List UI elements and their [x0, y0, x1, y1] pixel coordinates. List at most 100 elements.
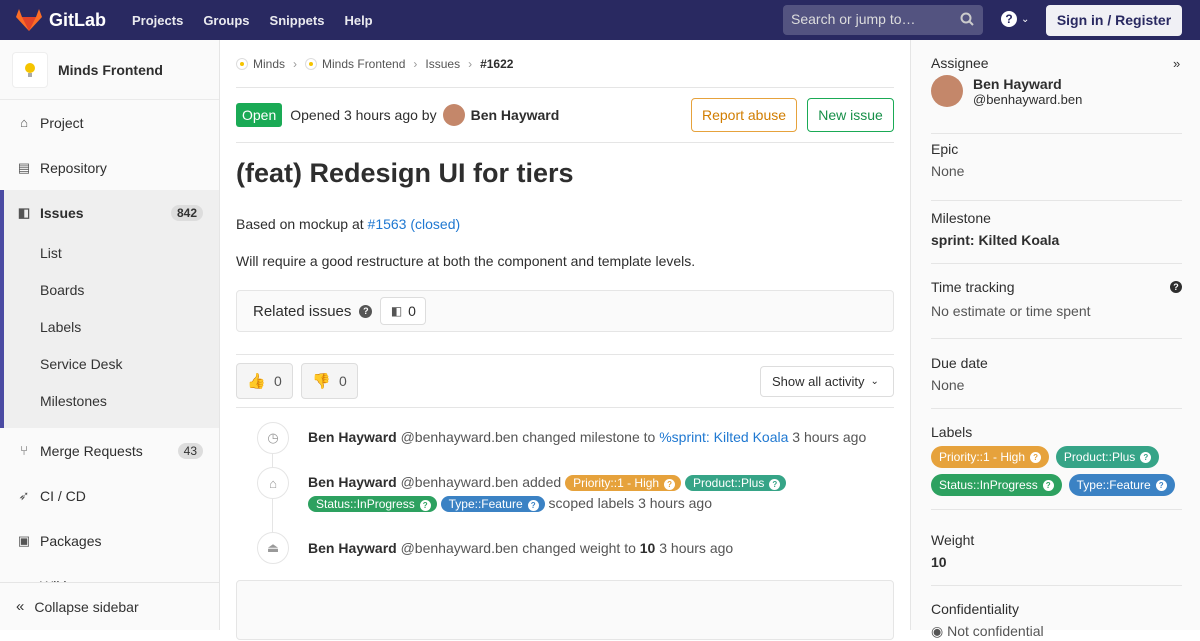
label-text: Status::InProgress	[316, 497, 415, 512]
search-input[interactable]: Search or jump to…	[783, 5, 983, 35]
confidentiality-block: Confidentiality ◉ Not confidential	[931, 601, 1182, 641]
sidebar-sub-boards[interactable]: Boards	[40, 282, 84, 298]
labels-title: Labels	[931, 424, 973, 440]
activity-note: Ben Hayward @benhayward.ben added Priori…	[308, 472, 868, 514]
label-text: Type::Feature	[1076, 478, 1151, 492]
issues-count-badge: 842	[170, 204, 203, 221]
sidebar-sub-milestones[interactable]: Milestones	[40, 393, 107, 409]
note-author[interactable]: Ben Hayward	[308, 474, 397, 490]
related-issues-title: Related issues	[253, 302, 352, 320]
assignee[interactable]: Ben Hayward @benhayward.ben	[931, 75, 1182, 107]
bulb-icon	[25, 62, 35, 77]
milestone-value[interactable]: sprint: Kilted Koala	[931, 232, 1182, 248]
report-abuse-button[interactable]: Report abuse	[691, 98, 797, 132]
sidebar-sub-service-desk[interactable]: Service Desk	[40, 356, 122, 372]
thumbs-down-button[interactable]: 👎 0	[301, 363, 358, 399]
note-time: 3 hours ago	[638, 495, 713, 511]
label-priority[interactable]: Priority::1 - High?	[931, 446, 1050, 468]
author-name[interactable]: Ben Hayward	[471, 107, 560, 123]
mockup-issue-link[interactable]: #1563 (closed)	[368, 216, 461, 232]
avatar[interactable]	[442, 104, 465, 126]
brand-name: GitLab	[49, 9, 106, 30]
sidebar-sub-labels[interactable]: Labels	[40, 319, 81, 335]
time-tracking-title: Time tracking	[931, 279, 1015, 295]
sidebar-item-issues[interactable]: ◧ Issues 842	[0, 190, 219, 235]
note-action: changed weight to	[522, 540, 636, 556]
labels-block: Labels Priority::1 - High? Product::Plus…	[931, 424, 1182, 510]
note-action: changed milestone to	[522, 429, 656, 445]
breadcrumb: Minds › Minds Frontend › Issues › #1622	[236, 40, 894, 88]
weight-block: Weight 10	[931, 532, 1182, 586]
question-icon[interactable]: ?	[1170, 281, 1182, 293]
help-dropdown[interactable]: ? ⌄	[1001, 11, 1029, 27]
search-placeholder: Search or jump to…	[791, 11, 916, 27]
label-status[interactable]: Status::InProgress?	[308, 496, 437, 513]
label-priority[interactable]: Priority::1 - High?	[565, 475, 682, 492]
note-suffix: scoped labels	[548, 495, 635, 511]
clock-icon: ◷	[257, 422, 289, 454]
comment-box[interactable]	[236, 580, 894, 640]
assignee-title: Assignee	[931, 55, 989, 71]
desc-prefix: Based on mockup at	[236, 216, 364, 232]
double-chevron-left-icon: «	[16, 598, 25, 615]
note-author[interactable]: Ben Hayward	[308, 540, 397, 556]
assignee-name: Ben Hayward	[973, 75, 1062, 92]
weight-value: 10	[639, 540, 656, 556]
signin-button[interactable]: Sign in / Register	[1046, 5, 1182, 36]
activity-note: Ben Hayward @benhayward.ben changed mile…	[308, 427, 866, 448]
related-count-value: 0	[408, 303, 416, 319]
nav-groups[interactable]: Groups	[203, 13, 249, 28]
thumbs-up-button[interactable]: 👍 0	[236, 363, 293, 399]
issues-icon: ◧	[17, 204, 31, 220]
collapse-sidebar-button[interactable]: « Collapse sidebar	[0, 582, 219, 630]
question-icon: ?	[1140, 452, 1152, 464]
sidebar-sub-list[interactable]: List	[40, 245, 62, 261]
label-product[interactable]: Product::Plus?	[684, 475, 787, 492]
label-status[interactable]: Status::InProgress?	[931, 474, 1062, 496]
breadcrumb-issues[interactable]: Issues	[425, 57, 460, 71]
note-author[interactable]: Ben Hayward	[308, 429, 397, 445]
sidebar-item-merge-requests[interactable]: ⑂ Merge Requests 43	[0, 428, 219, 473]
sidebar-item-repository[interactable]: ▤ Repository	[0, 145, 219, 190]
thumbs-down-count: 0	[338, 373, 347, 389]
activity-filter-dropdown[interactable]: Show all activity ⌄	[760, 366, 894, 397]
nav-help[interactable]: Help	[344, 13, 372, 28]
activity-filter-label: Show all activity	[772, 374, 865, 389]
related-issues-count[interactable]: ◧ 0	[380, 297, 427, 325]
time-tracking-block: Time tracking ? No estimate or time spen…	[931, 279, 1182, 339]
issue-description: Based on mockup at #1563 (closed)	[236, 216, 460, 232]
nav-projects[interactable]: Projects	[132, 13, 183, 28]
label-product[interactable]: Product::Plus?	[1055, 446, 1160, 468]
chevron-down-icon: ⌄	[870, 376, 879, 387]
label-type[interactable]: Type::Feature?	[1068, 474, 1175, 496]
label-type[interactable]: Type::Feature?	[440, 496, 545, 513]
gitlab-logo[interactable]: GitLab	[16, 8, 106, 32]
breadcrumb-project[interactable]: Minds Frontend	[322, 57, 405, 71]
epic-block: Epic None	[931, 141, 1182, 201]
status-badge: Open	[236, 103, 283, 127]
sidebar-item-ci-cd[interactable]: ➶ CI / CD	[0, 473, 219, 518]
note-time: 3 hours ago	[659, 540, 734, 556]
rocket-icon: ➶	[18, 487, 30, 503]
question-icon: ?	[419, 499, 431, 511]
mr-count-badge: 43	[177, 442, 203, 459]
new-issue-button[interactable]: New issue	[807, 98, 894, 132]
breadcrumb-minds[interactable]: Minds	[253, 57, 285, 71]
issue-description-2: Will require a good restructure at both …	[236, 253, 696, 269]
sidebar-item-project[interactable]: ⌂ Project	[0, 100, 219, 145]
milestone-link[interactable]: %sprint: Kilted Koala	[659, 429, 788, 445]
question-icon[interactable]: ?	[359, 304, 373, 318]
home-icon: ⌂	[20, 115, 28, 130]
sidebar-item-label: CI / CD	[40, 487, 86, 504]
breadcrumb-separator: ›	[413, 56, 418, 71]
confidentiality-value: ◉ Not confidential	[931, 623, 1182, 640]
nav-snippets[interactable]: Snippets	[270, 13, 325, 28]
doc-icon: ▤	[17, 159, 31, 175]
help-icon: ?	[1001, 11, 1017, 27]
note-action: added	[522, 474, 562, 490]
breadcrumb-issue-id[interactable]: #1622	[480, 57, 513, 71]
sidebar-item-label: Merge Requests	[40, 442, 143, 459]
confidentiality-text: Not confidential	[947, 623, 1044, 639]
sidebar-item-packages[interactable]: ▣ Packages	[0, 518, 219, 563]
project-header[interactable]: Minds Frontend	[0, 40, 219, 100]
